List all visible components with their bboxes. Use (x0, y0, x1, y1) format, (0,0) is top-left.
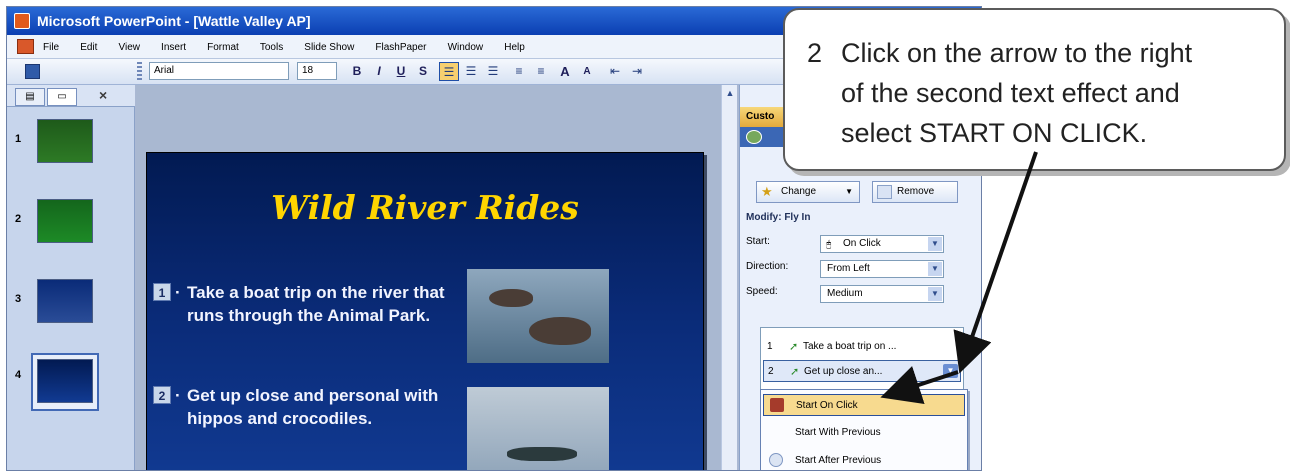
arrow-to-menu-item (880, 366, 959, 405)
pointer-arrows (880, 151, 1038, 405)
arrow-to-dropdown (953, 151, 1038, 374)
